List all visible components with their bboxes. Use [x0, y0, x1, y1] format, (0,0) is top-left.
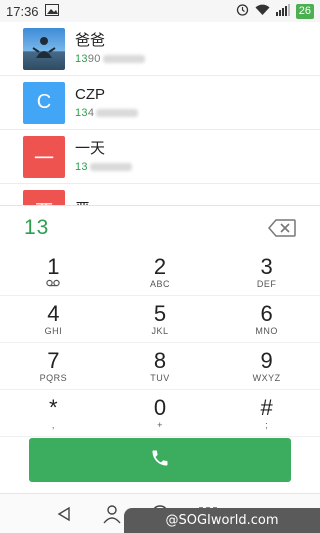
key-2[interactable]: 2 ABC [106, 249, 214, 296]
battery-level: 26 [295, 3, 314, 19]
dialed-number[interactable]: 13 [24, 216, 49, 240]
alarm-icon [236, 3, 249, 19]
dial-input-row: 13 [0, 205, 320, 249]
key-hash[interactable]: #; [213, 390, 320, 437]
contact-name: 一天 [75, 139, 106, 157]
contact-item[interactable]: 一 一天 13 [0, 130, 320, 184]
call-button[interactable] [29, 438, 291, 482]
contact-item[interactable]: 严 严 [0, 184, 320, 205]
status-bar: 17:36 26 [0, 0, 320, 22]
contact-number: 1390 [75, 52, 145, 66]
blurred-digits [102, 54, 145, 63]
back-icon[interactable] [49, 499, 79, 529]
key-3[interactable]: 3 DEF [213, 249, 320, 296]
battery-icon: 26 [295, 3, 314, 19]
signal-icon [275, 3, 290, 19]
watermark-text: @SOGIworld.com [124, 508, 320, 533]
phone-icon [150, 448, 170, 473]
contact-suggestion-list: 爸爸 1390 C CZP 134 一 一天 13 严 严 [0, 22, 320, 205]
contact-letter-avatar: 严 [23, 189, 65, 205]
wifi-icon [255, 4, 270, 19]
gallery-notification-icon [44, 3, 59, 19]
key-star[interactable]: *, [0, 390, 107, 437]
contact-photo-avatar [23, 27, 65, 70]
contacts-tab-icon[interactable] [97, 499, 127, 529]
blurred-digits [89, 162, 132, 171]
blurred-digits [96, 108, 139, 117]
status-time: 17:36 [6, 3, 39, 19]
key-8[interactable]: 8 TUV [106, 343, 214, 390]
voicemail-icon [46, 279, 61, 290]
key-7[interactable]: 7 PQRS [0, 343, 107, 390]
contact-number: 134 [75, 106, 139, 120]
contact-item[interactable]: C CZP 134 [0, 76, 320, 130]
key-0[interactable]: 0 + [106, 390, 214, 437]
contact-name: 爸爸 [75, 31, 106, 49]
key-6[interactable]: 6 MNO [213, 296, 320, 343]
contact-name: CZP [75, 85, 105, 103]
key-1[interactable]: 1 [0, 249, 107, 296]
key-4[interactable]: 4 GHI [0, 296, 107, 343]
contact-letter-avatar: 一 [23, 135, 65, 178]
key-5[interactable]: 5 JKL [106, 296, 214, 343]
contact-letter-avatar: C [23, 81, 65, 124]
key-9[interactable]: 9 WXYZ [213, 343, 320, 390]
contact-number: 13 [75, 160, 132, 174]
backspace-icon[interactable] [268, 218, 296, 237]
contact-item[interactable]: 爸爸 1390 [0, 22, 320, 76]
dial-keypad: 1 2 ABC 3 DEF 4 GHI 5 JKL 6 MNO 7 PQRS 8 TUV 9W… [0, 249, 320, 437]
